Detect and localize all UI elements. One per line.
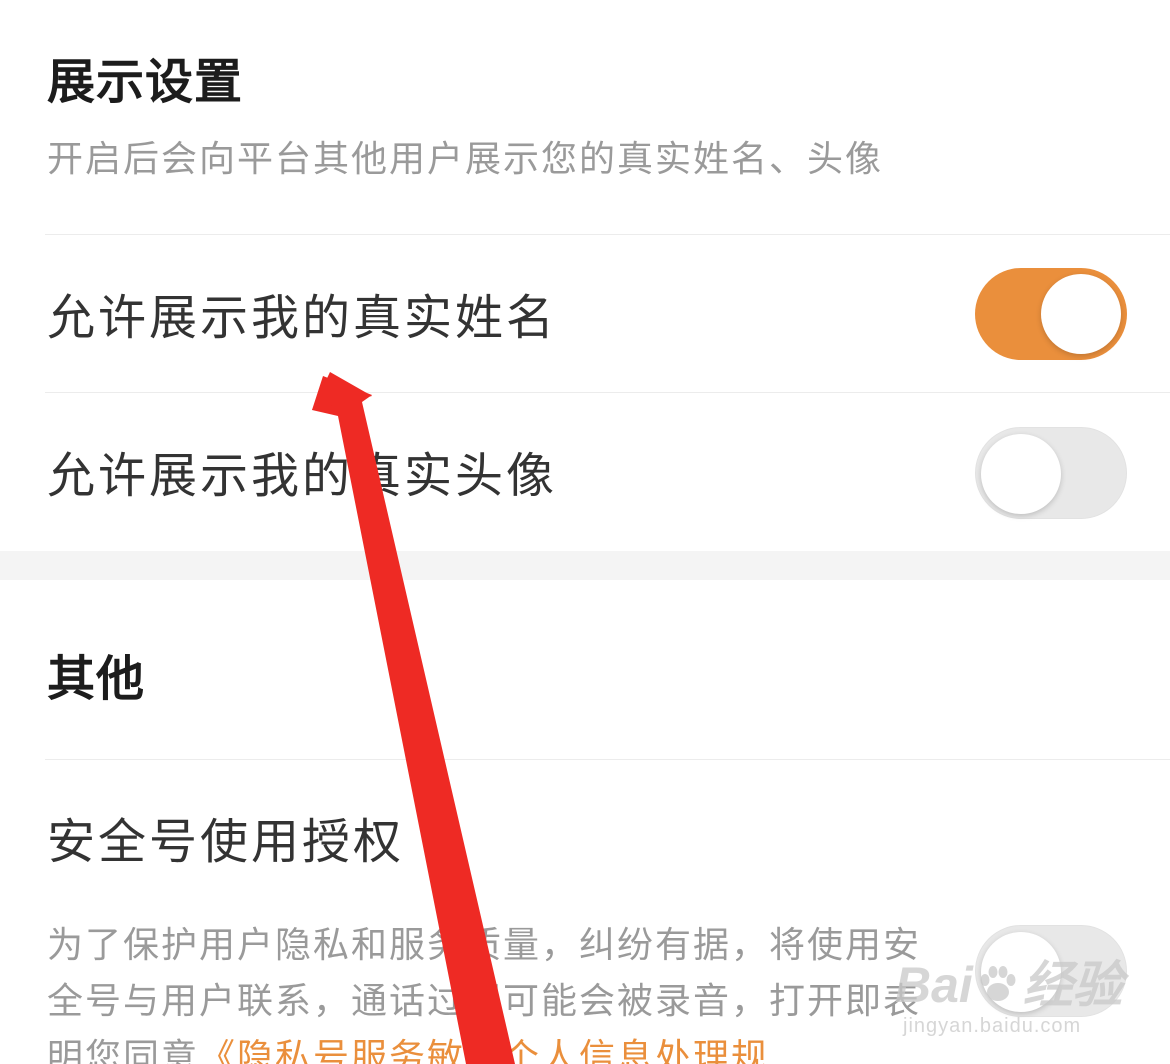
section-separator xyxy=(0,551,1170,580)
divider xyxy=(45,234,1170,235)
show-real-name-label: 允许展示我的真实姓名 xyxy=(47,290,558,346)
display-settings-subtitle: 开启后会向平台其他用户展示您的真实姓名、头像 xyxy=(47,139,884,180)
annotation-arrow-head xyxy=(312,372,372,410)
toggle-knob xyxy=(1041,274,1121,354)
display-settings-title: 展示设置 xyxy=(47,54,244,110)
show-real-name-toggle[interactable] xyxy=(975,268,1127,360)
security-number-toggle[interactable] xyxy=(975,925,1127,1017)
other-section-title: 其他 xyxy=(47,651,146,707)
security-number-label: 安全号使用授权 xyxy=(47,814,405,870)
watermark-url: jingyan.baidu.com xyxy=(903,1015,1082,1037)
divider xyxy=(45,759,1170,760)
show-real-avatar-label: 允许展示我的真实头像 xyxy=(47,448,558,504)
security-number-description: 为了保护用户隐私和服务质量，纠纷有据，将使用安全号与用户联系，通话过程可能会被录… xyxy=(47,918,927,1064)
toggle-knob xyxy=(981,434,1061,514)
toggle-knob xyxy=(981,932,1061,1012)
show-real-avatar-toggle[interactable] xyxy=(975,427,1127,519)
divider xyxy=(45,392,1170,393)
privacy-policy-link[interactable]: 《隐私号服务敏感个人信息处理规 xyxy=(199,1037,769,1064)
settings-page: 展示设置 开启后会向平台其他用户展示您的真实姓名、头像 允许展示我的真实姓名 允… xyxy=(0,0,1170,1064)
